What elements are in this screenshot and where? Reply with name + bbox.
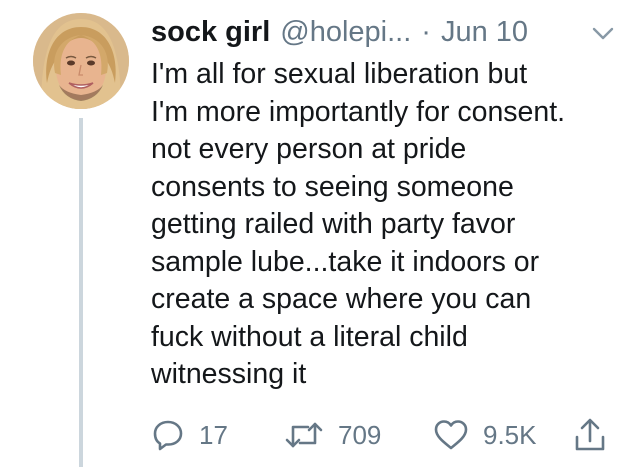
- tweet-text-line: I'm more importantly for consent.: [151, 95, 566, 128]
- retweet-count: 709: [338, 419, 382, 450]
- author-handle[interactable]: @holepi...: [280, 16, 411, 49]
- heart-icon: [433, 418, 469, 452]
- tweet-text-line: getting railed with party favor: [151, 208, 516, 240]
- tweet-text-line: create a space where you can: [151, 283, 532, 315]
- author-display-name[interactable]: sock girl: [151, 16, 270, 49]
- reply-button[interactable]: 17: [151, 415, 228, 455]
- tweet-text-line: I'm all for sexual liberation but: [151, 58, 528, 90]
- retweet-button[interactable]: 709: [284, 415, 381, 455]
- retweet-icon: [284, 418, 324, 452]
- tweet-text-line: consents to seeing someone: [151, 170, 514, 203]
- header-separator: ·: [421, 15, 431, 48]
- tweet-text-line: fuck without a literal child: [151, 320, 468, 353]
- tweet-text-line: witnessing it: [151, 358, 307, 390]
- tweet-actions: 17 709 9.5K: [151, 415, 611, 455]
- share-button[interactable]: [573, 415, 607, 455]
- like-button[interactable]: 9.5K: [433, 415, 537, 455]
- share-icon: [573, 417, 607, 453]
- tweet-text-line: sample lube...take it indoors or: [151, 245, 540, 278]
- tweet-header: sock girl @holepi... · Jun 10: [151, 12, 616, 52]
- avatar[interactable]: [33, 13, 129, 109]
- tweet-text-line: not every person at pride: [151, 133, 467, 165]
- reply-count: 17: [199, 419, 228, 450]
- reply-icon: [151, 418, 185, 452]
- profile-photo-icon: [33, 13, 129, 109]
- chevron-down-icon[interactable]: [590, 20, 616, 44]
- tweet-date[interactable]: Jun 10: [441, 16, 528, 49]
- tweet-body: I'm all for sexual liberation but I'm mo…: [151, 56, 621, 394]
- like-count: 9.5K: [483, 419, 537, 450]
- thread-connector-line: [79, 118, 83, 467]
